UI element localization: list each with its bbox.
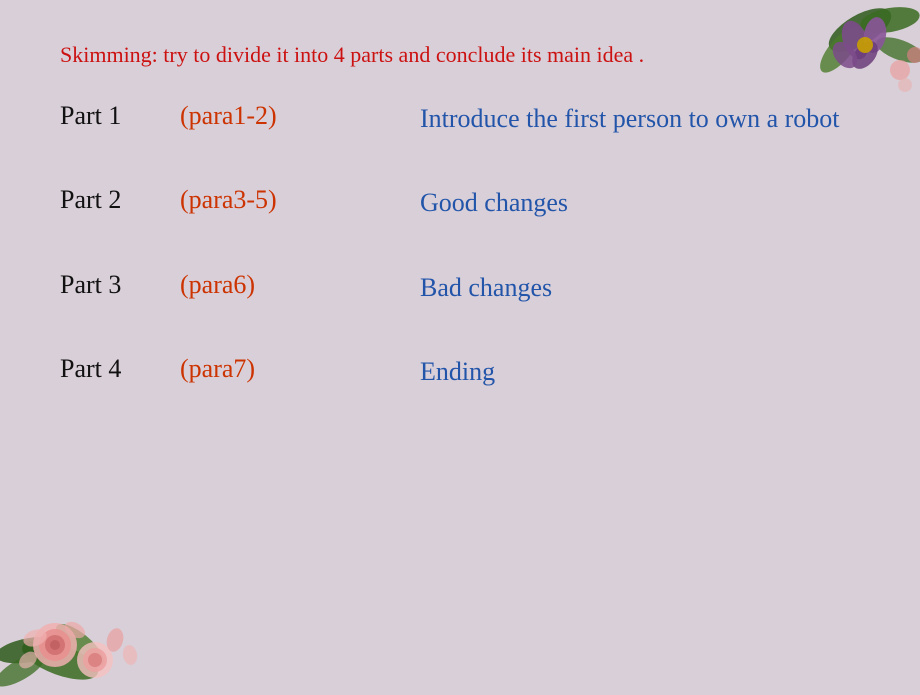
part-description-1: Introduce the first person to own a robo… [420, 101, 840, 137]
part-label-3: Part 3 [60, 270, 180, 300]
part-row-4: Part 4(para7) Ending [60, 354, 860, 390]
part-label-2: Part 2 [60, 185, 180, 215]
skimming-instruction: Skimming: try to divide it into 4 parts … [60, 40, 740, 71]
part-row-1: Part 1(para1-2) Introduce the first perso… [60, 101, 860, 137]
part-row-3: Part 3(para6) Bad changes [60, 270, 860, 306]
part-para-2: (para3-5) [180, 185, 340, 215]
part-description-4: Ending [420, 354, 495, 390]
part-row-2: Part 2(para3-5) Good changes [60, 185, 860, 221]
part-para-4: (para7) [180, 354, 340, 384]
part-description-3: Bad changes [420, 270, 552, 306]
parts-table: Part 1(para1-2) Introduce the first perso… [60, 101, 860, 391]
part-description-2: Good changes [420, 185, 568, 221]
part-label-4: Part 4 [60, 354, 180, 384]
main-content: Skimming: try to divide it into 4 parts … [0, 0, 920, 690]
part-para-1: (para1-2) [180, 101, 340, 131]
part-para-3: (para6) [180, 270, 340, 300]
part-label-1: Part 1 [60, 101, 180, 131]
